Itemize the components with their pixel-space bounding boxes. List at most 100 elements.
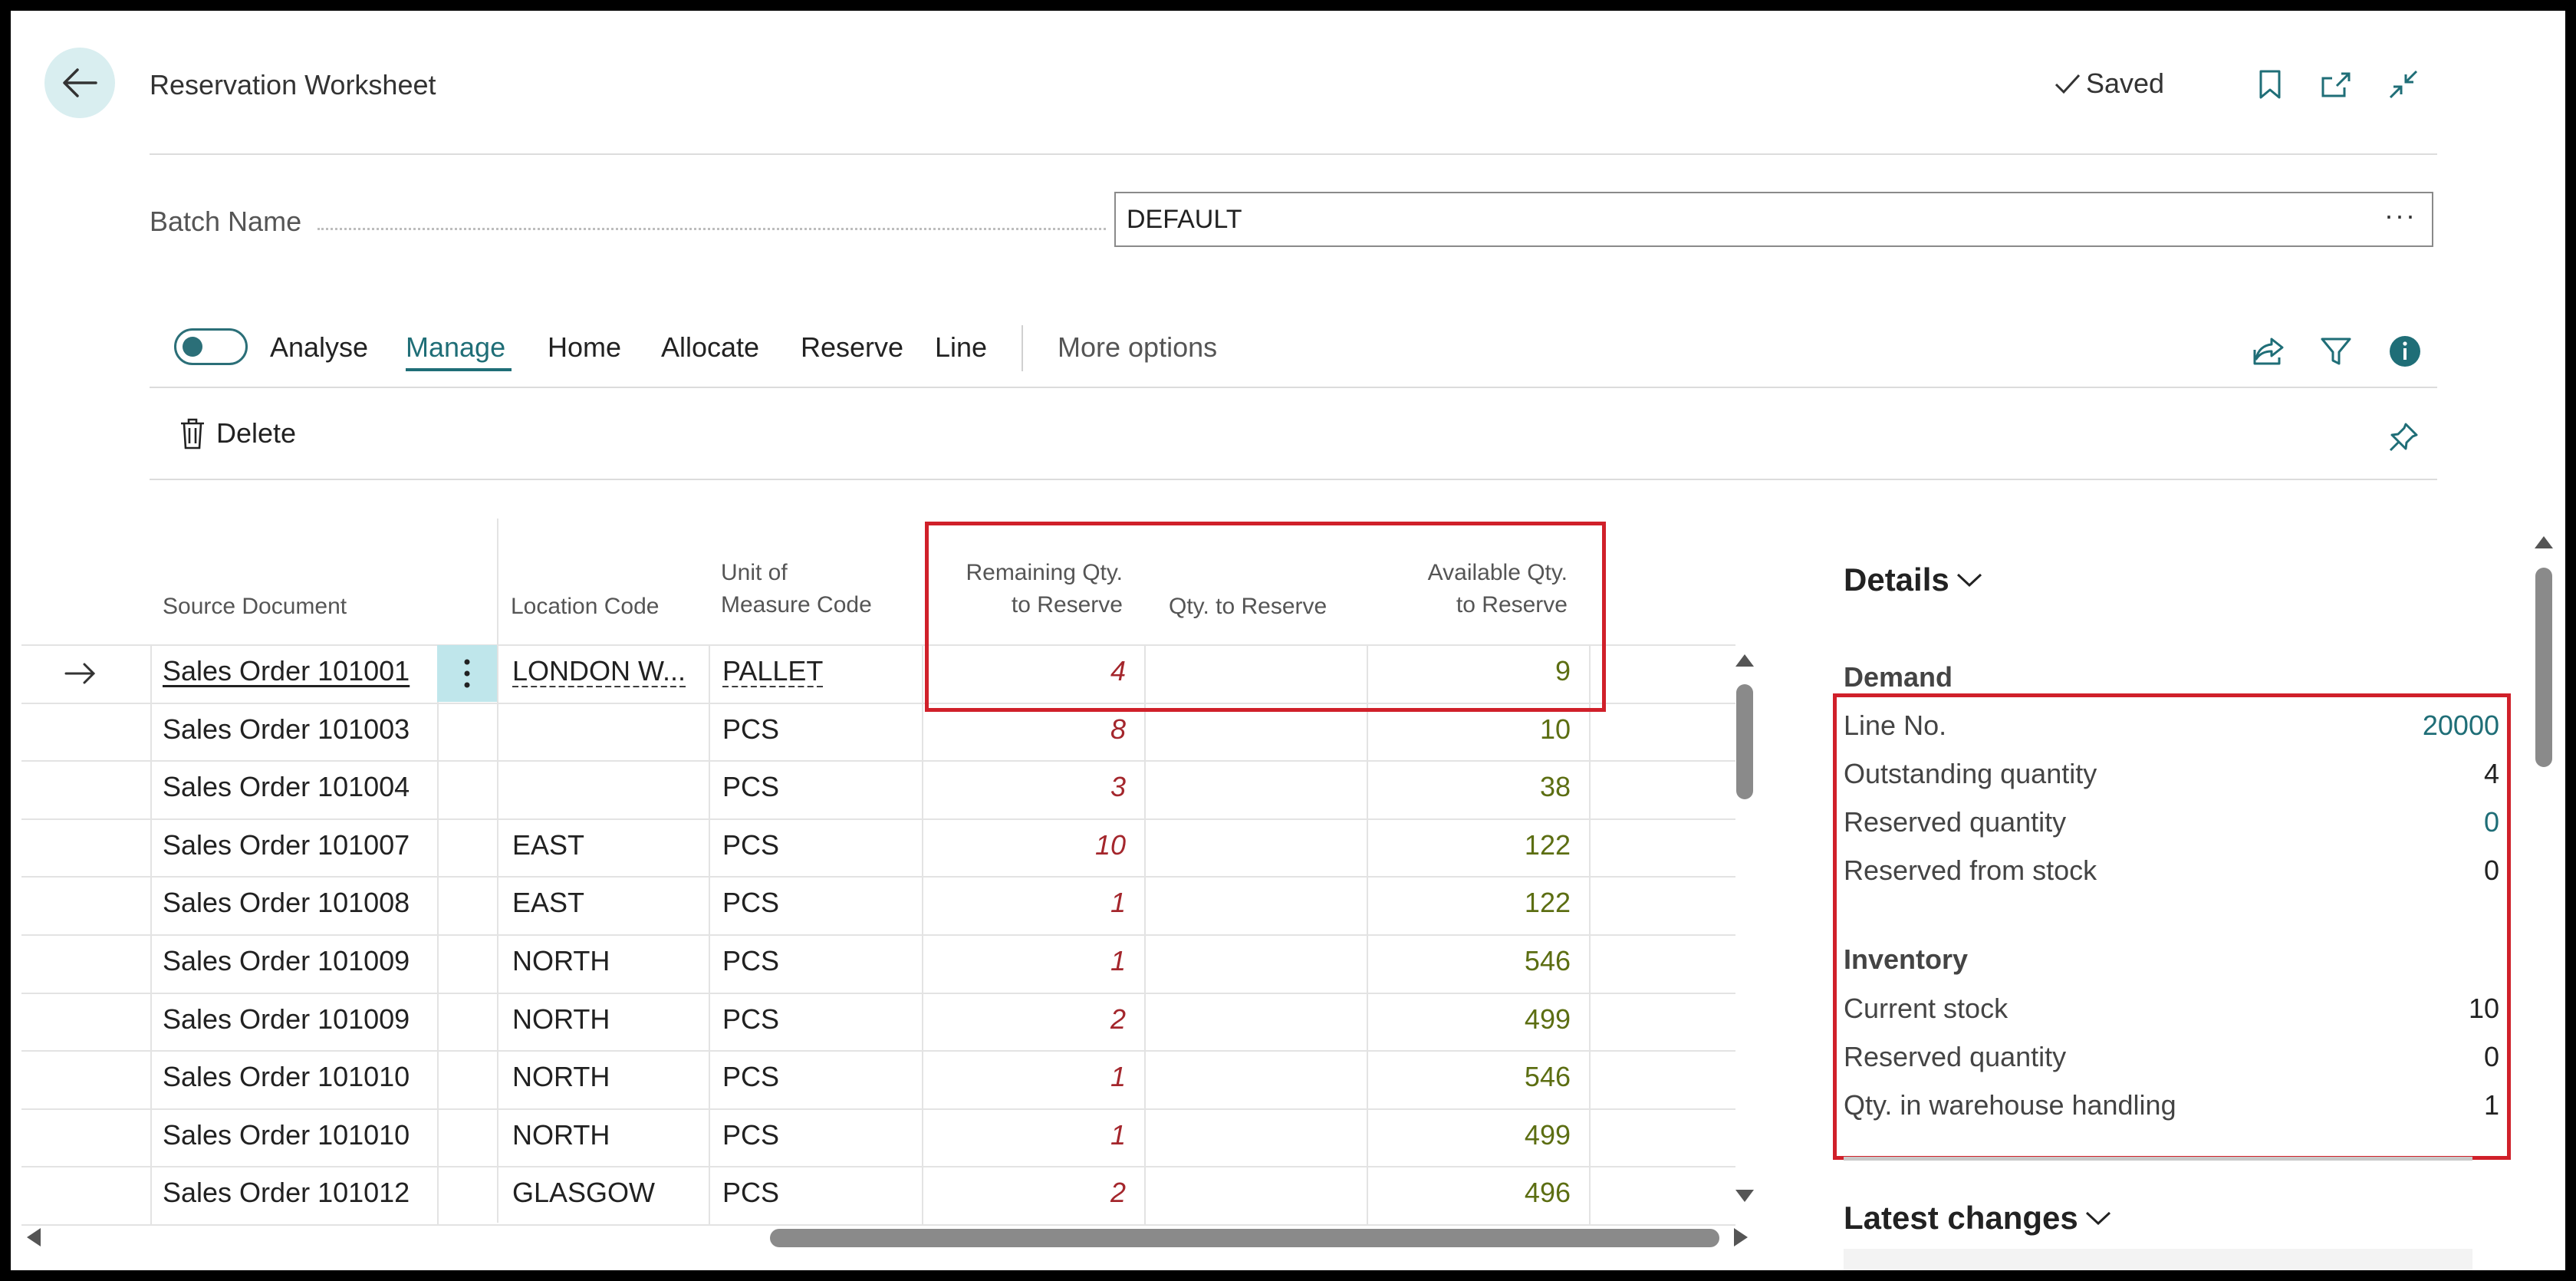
available-qty-cell[interactable]: 496	[1376, 1177, 1571, 1209]
tab-allocate[interactable]: Allocate	[661, 331, 759, 364]
location-code-cell[interactable]: NORTH	[512, 945, 704, 977]
tab-home[interactable]: Home	[548, 331, 621, 364]
action-bar-divider	[150, 387, 2437, 388]
source-document-cell[interactable]: Sales Order 101009	[163, 945, 423, 977]
available-qty-cell[interactable]: 10	[1376, 713, 1571, 746]
unit-of-measure-cell[interactable]: PCS	[722, 1119, 914, 1151]
grid-column-divider	[437, 644, 439, 1224]
source-document-cell[interactable]: Sales Order 101001	[163, 655, 423, 687]
unit-of-measure-cell[interactable]: PALLET	[722, 655, 914, 687]
check-icon	[2055, 74, 2081, 94]
remaining-qty-cell[interactable]: 10	[931, 829, 1126, 861]
available-qty-cell[interactable]: 499	[1376, 1003, 1571, 1036]
delete-button[interactable]: Delete	[179, 417, 296, 450]
back-arrow-icon	[63, 68, 97, 97]
source-document-cell[interactable]: Sales Order 101010	[163, 1119, 423, 1151]
collapse-button[interactable]	[2384, 64, 2423, 104]
remaining-qty-cell[interactable]: 1	[931, 945, 1126, 977]
grid-scroll-right-button[interactable]	[1732, 1226, 1750, 1249]
saved-status: Saved	[2054, 68, 2164, 100]
location-code-cell[interactable]: NORTH	[512, 1119, 704, 1151]
source-document-cell[interactable]: Sales Order 101003	[163, 713, 423, 746]
page-title: Reservation Worksheet	[150, 69, 436, 100]
source-document-cell[interactable]: Sales Order 101007	[163, 829, 423, 861]
vertical-ellipsis-icon	[464, 659, 470, 688]
triangle-up-icon	[2535, 536, 2553, 548]
remaining-qty-cell[interactable]: 1	[931, 887, 1126, 919]
available-qty-cell[interactable]: 122	[1376, 887, 1571, 919]
tab-manage-indicator	[406, 368, 512, 371]
source-document-cell[interactable]: Sales Order 101009	[163, 1003, 423, 1036]
unit-of-measure-cell[interactable]: PCS	[722, 1061, 914, 1093]
tab-line[interactable]: Line	[935, 331, 987, 364]
latest-changes-content	[1844, 1249, 2472, 1270]
location-code-cell[interactable]: EAST	[512, 887, 704, 919]
available-qty-cell[interactable]: 122	[1376, 829, 1571, 861]
share-button[interactable]	[2249, 331, 2288, 371]
unit-of-measure-cell[interactable]: PCS	[722, 713, 914, 746]
analyse-toggle[interactable]	[174, 328, 248, 365]
batch-name-input[interactable]: DEFAULT ···	[1114, 192, 2433, 247]
batch-name-label: Batch Name	[150, 206, 302, 237]
tab-reserve[interactable]: Reserve	[801, 331, 903, 364]
bookmark-button[interactable]	[2250, 64, 2290, 104]
available-qty-cell[interactable]: 499	[1376, 1119, 1571, 1151]
filter-icon	[2321, 338, 2351, 365]
grid-scroll-left-button[interactable]	[25, 1226, 43, 1249]
source-document-cell[interactable]: Sales Order 101008	[163, 887, 423, 919]
open-new-window-button[interactable]	[2316, 64, 2356, 104]
back-button[interactable]	[44, 48, 115, 118]
filter-button[interactable]	[2316, 331, 2356, 371]
location-code-cell[interactable]: EAST	[512, 829, 704, 861]
remaining-qty-cell[interactable]: 2	[931, 1177, 1126, 1209]
unit-of-measure-cell[interactable]: PCS	[722, 829, 914, 861]
column-header-source-document[interactable]: Source Document	[163, 591, 347, 623]
remaining-qty-cell[interactable]: 1	[931, 1119, 1126, 1151]
pin-button[interactable]	[2384, 417, 2423, 457]
unit-of-measure-cell[interactable]: PCS	[722, 771, 914, 803]
source-document-cell[interactable]: Sales Order 101010	[163, 1061, 423, 1093]
table-row-divider	[21, 1166, 1735, 1168]
source-document-cell[interactable]: Sales Order 101012	[163, 1177, 423, 1209]
info-button[interactable]	[2385, 331, 2425, 371]
location-code-cell[interactable]: GLASGOW	[512, 1177, 704, 1209]
factbox-scroll-up-button[interactable]	[2532, 534, 2555, 551]
unit-of-measure-cell[interactable]: PCS	[722, 945, 914, 977]
toggle-knob	[183, 337, 202, 357]
details-title: Details	[1844, 561, 1949, 598]
location-code-cell[interactable]: NORTH	[512, 1003, 704, 1036]
remaining-qty-cell[interactable]: 3	[931, 771, 1126, 803]
available-qty-cell[interactable]: 38	[1376, 771, 1571, 803]
unit-of-measure-cell[interactable]: PCS	[722, 1003, 914, 1036]
column-header-location-code[interactable]: Location Code	[511, 591, 659, 623]
triangle-up-icon	[1735, 654, 1754, 667]
grid-scroll-up-button[interactable]	[1733, 652, 1756, 669]
unit-of-measure-cell[interactable]: PCS	[722, 1177, 914, 1209]
batch-name-lookup-button[interactable]: ···	[2384, 199, 2416, 232]
grid-column-divider	[922, 644, 923, 1224]
frozen-column-divider	[497, 519, 498, 1223]
latest-changes-section-toggle[interactable]: Latest changes	[1844, 1200, 2112, 1237]
source-document-cell[interactable]: Sales Order 101004	[163, 771, 423, 803]
grid-scroll-down-button[interactable]	[1733, 1187, 1756, 1204]
factbox-scrollbar-thumb[interactable]	[2535, 568, 2552, 767]
details-section-toggle[interactable]: Details	[1844, 561, 1983, 598]
available-qty-cell[interactable]: 546	[1376, 945, 1571, 977]
triangle-down-icon	[1735, 1190, 1754, 1202]
location-code-cell[interactable]: NORTH	[512, 1061, 704, 1093]
column-header-unit-of-measure[interactable]: Unit of Measure Code	[721, 557, 872, 621]
grid-column-divider	[709, 644, 710, 1224]
remaining-qty-cell[interactable]: 1	[931, 1061, 1126, 1093]
remaining-qty-cell[interactable]: 2	[931, 1003, 1126, 1036]
pin-icon	[2389, 423, 2418, 452]
grid-vertical-scrollbar-thumb[interactable]	[1736, 684, 1753, 799]
location-code-cell[interactable]: LONDON W...	[512, 655, 704, 687]
more-options-button[interactable]: More options	[1058, 331, 1217, 364]
row-actions-button[interactable]	[437, 645, 497, 702]
grid-column-divider	[1367, 644, 1368, 1224]
available-qty-cell[interactable]: 546	[1376, 1061, 1571, 1093]
tab-manage[interactable]: Manage	[406, 331, 505, 364]
unit-of-measure-cell[interactable]: PCS	[722, 887, 914, 919]
remaining-qty-cell[interactable]: 8	[931, 713, 1126, 746]
grid-horizontal-scrollbar-thumb[interactable]	[770, 1229, 1719, 1247]
